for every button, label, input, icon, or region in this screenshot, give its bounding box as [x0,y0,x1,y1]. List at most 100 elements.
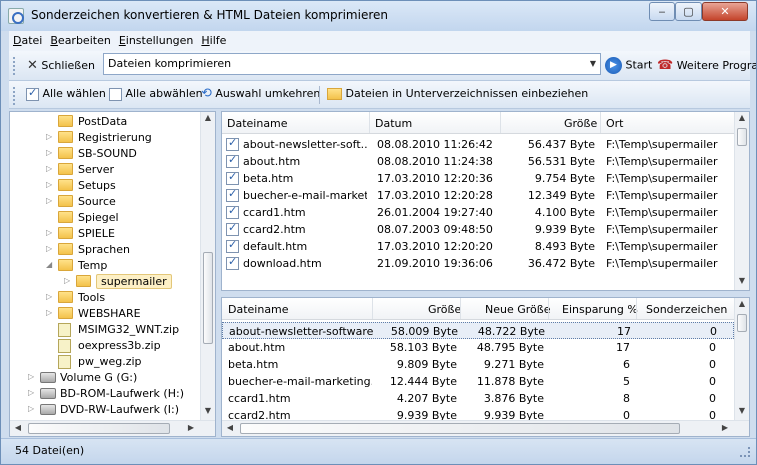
row-checkbox[interactable] [226,221,239,236]
tree-node[interactable]: ▷ Server [10,162,198,178]
col-neue-groesse[interactable]: Neue Größe [485,303,550,316]
scroll-up-icon[interactable]: ▲ [735,113,749,122]
scroll-down-icon[interactable]: ▼ [735,406,749,415]
folder-tree[interactable]: ▲ ▼ ◀ ▶ PostData ▷ Registrierung ▷ SB-SOUND ▷… [9,111,216,437]
column-divider[interactable] [500,112,501,133]
results-vertical-scrollbar[interactable]: ▲ ▼ [734,298,749,420]
tree-node[interactable]: PostData [10,114,198,130]
col-dateiname[interactable]: Dateiname [228,303,289,316]
expand-arrow-icon[interactable]: ▷ [46,148,52,157]
tree-node[interactable]: ▷ DVD-RW-Laufwerk (I:) [10,402,198,418]
col-groesse[interactable]: Größe [564,117,597,130]
col-sonderzeichen[interactable]: Sonderzeichen [646,303,727,316]
column-divider[interactable] [372,298,373,319]
column-divider[interactable] [548,298,549,319]
row-checkbox[interactable] [226,136,239,151]
table-row[interactable]: ccard1.htm 4.207 Byte 3.876 Byte 8 0 [222,390,734,407]
minimize-button[interactable]: ‒ [649,2,675,21]
expanded-arrow-icon[interactable]: ◢ [46,260,52,269]
menu-bearbeiten[interactable]: Bearbeiten [46,31,114,47]
expand-arrow-icon[interactable]: ▷ [46,164,52,173]
tree-node[interactable]: ▷ supermailer [10,274,198,290]
table-row[interactable]: buecher-e-mail-marketing.... 12.444 Byte 1… [222,373,734,390]
scroll-thumb-h[interactable] [240,423,680,434]
tree-node[interactable]: Spiegel [10,210,198,226]
tree-node[interactable]: ▷ Volume G (G:) [10,370,198,386]
maximize-button[interactable]: ▢ [675,2,702,21]
tree-node[interactable]: ▷ SB-SOUND [10,146,198,162]
tree-node[interactable]: pw_weg.zip [10,354,198,370]
tree-node[interactable]: ▷ Source [10,194,198,210]
row-checkbox[interactable] [226,170,239,185]
tree-vertical-scrollbar[interactable]: ▲ ▼ [200,112,215,420]
menu-einstellungen[interactable]: Einstellungen [115,31,198,47]
tree-node[interactable]: ◢ Temp [10,258,198,274]
more-programs-button[interactable]: ☎ Weitere Progra [657,58,756,73]
column-divider[interactable] [636,298,637,319]
table-row[interactable]: download.htm 21.09.2010 19:36:06 36.472 By… [222,255,734,272]
tree-node[interactable]: ▷ BD-ROM-Laufwerk (H:) [10,386,198,402]
close-tool-button[interactable]: ✕ Schließen [27,58,95,73]
scroll-right-icon[interactable]: ▶ [184,423,198,432]
scroll-down-icon[interactable]: ▼ [201,406,215,415]
table-row[interactable]: ccard2.htm 08.07.2003 09:48:50 9.939 Byte F… [222,221,734,238]
expand-arrow-icon[interactable]: ▷ [46,308,52,317]
expand-arrow-icon[interactable]: ▷ [28,388,34,397]
scroll-thumb[interactable] [737,128,747,146]
action-combo[interactable]: Dateien komprimieren ▼ [103,53,601,75]
tree-node[interactable]: ▷ Setups [10,178,198,194]
scroll-down-icon[interactable]: ▼ [735,276,749,285]
tree-node[interactable]: ▷ SPIELE [10,226,198,242]
row-checkbox[interactable] [226,187,239,202]
tree-horizontal-scrollbar[interactable]: ◀ ▶ [10,420,215,436]
chevron-down-icon[interactable]: ▼ [586,54,600,74]
files-vertical-scrollbar[interactable]: ▲ ▼ [734,112,749,290]
table-row[interactable]: beta.htm 9.809 Byte 9.271 Byte 6 0 [222,356,734,373]
scroll-left-icon[interactable]: ◀ [11,423,25,432]
scroll-thumb-h[interactable] [28,423,170,434]
tree-node[interactable]: ▷ Registrierung [10,130,198,146]
col-einsparung[interactable]: Einsparung % [562,303,638,316]
table-row[interactable]: about-newsletter-software.... 58.009 Byte… [222,322,734,339]
deselect-all-button[interactable]: Alle abwählen [109,87,203,101]
table-row[interactable]: about-newsletter-soft... 08.08.2010 11:26… [222,136,734,153]
toolbar-grip-2[interactable] [13,87,16,105]
scroll-thumb[interactable] [737,314,747,332]
col-dateiname[interactable]: Dateiname [227,117,288,130]
subdirs-button[interactable]: Dateien in Unterverzeichnissen einbezieh… [327,87,588,100]
expand-arrow-icon[interactable]: ▷ [28,372,34,381]
table-row[interactable]: beta.htm 17.03.2010 12:20:36 9.754 Byte F:\… [222,170,734,187]
col-groesse[interactable]: Größe [428,303,461,316]
row-checkbox[interactable] [226,204,239,219]
expand-arrow-icon[interactable]: ▷ [28,404,34,413]
scroll-up-icon[interactable]: ▲ [201,113,215,122]
expand-arrow-icon[interactable]: ▷ [46,132,52,141]
tree-node[interactable]: MSIMG32_WNT.zip [10,322,198,338]
expand-arrow-icon[interactable]: ▷ [46,244,52,253]
tree-node[interactable]: ▷ Tools [10,290,198,306]
expand-arrow-icon[interactable]: ▷ [46,180,52,189]
column-divider[interactable] [369,112,370,133]
scroll-right-icon[interactable]: ▶ [718,423,732,432]
scroll-left-icon[interactable]: ◀ [223,423,237,432]
toolbar-grip[interactable] [13,57,16,75]
invert-selection-button[interactable]: ⟲ Auswahl umkehren [201,86,320,101]
close-button[interactable]: ✕ [702,2,748,21]
table-row[interactable]: default.htm 17.03.2010 12:20:20 8.493 Byte… [222,238,734,255]
row-checkbox[interactable] [226,255,239,270]
col-datum[interactable]: Datum [375,117,412,130]
column-divider[interactable] [460,298,461,319]
table-row[interactable]: about.htm 08.08.2010 11:24:38 56.531 Byte F… [222,153,734,170]
table-row[interactable]: ccard1.htm 26.01.2004 19:27:40 4.100 Byte F… [222,204,734,221]
table-row[interactable]: about.htm 58.103 Byte 48.795 Byte 17 0 [222,339,734,356]
row-checkbox[interactable] [226,153,239,168]
row-checkbox[interactable] [226,238,239,253]
menu-datei[interactable]: Datei [9,31,46,47]
expand-arrow-icon[interactable]: ▷ [64,276,70,285]
col-ort[interactable]: Ort [606,117,624,130]
column-divider[interactable] [600,112,601,133]
table-row[interactable]: buecher-e-mail-marketi... 17.03.2010 12:2… [222,187,734,204]
scroll-up-icon[interactable]: ▲ [735,299,749,308]
results-horizontal-scrollbar[interactable]: ◀ ▶ [222,420,749,436]
tree-node[interactable]: ▷ Sprachen [10,242,198,258]
